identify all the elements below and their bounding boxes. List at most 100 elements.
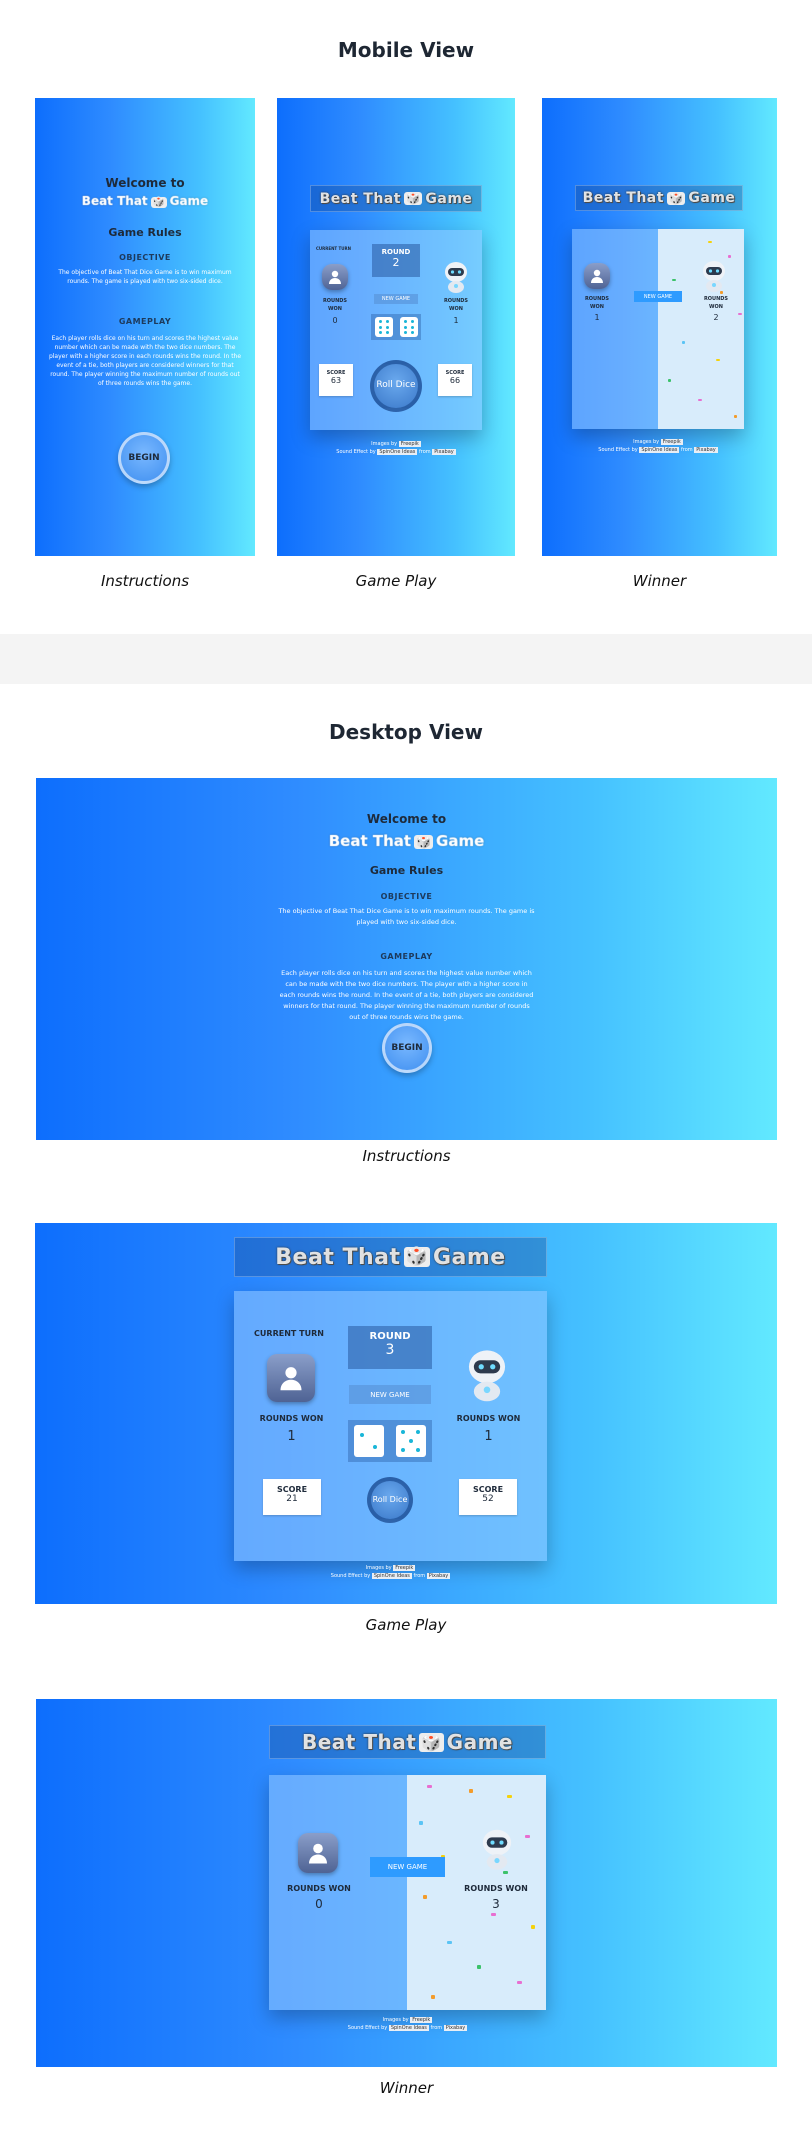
new-game-button[interactable]: NEW GAME: [634, 291, 682, 302]
desktop-gameplay-caption: Game Play: [365, 1616, 447, 1634]
round-label: ROUND: [381, 248, 411, 256]
bot-rounds-won-value: 1: [484, 1429, 493, 1444]
pixabay-link[interactable]: Pixabay: [426, 1572, 451, 1579]
bot-score-label: SCORE: [472, 1485, 504, 1494]
gameplay-text: Each player rolls dice on his turn and s…: [48, 335, 242, 387]
die-2: [399, 317, 418, 337]
new-game-button[interactable]: NEW GAME: [370, 1857, 445, 1877]
game-board: CURRENT TURN ROUND 3 ROUNDS WON 1 ROUNDS…: [234, 1291, 547, 1561]
pixabay-link[interactable]: Pixabay: [694, 446, 718, 453]
pixabay-link[interactable]: Pixabay: [443, 2024, 468, 2031]
player-rounds-won-label: ROUNDS WON: [287, 1884, 351, 1893]
die-1: [354, 1425, 384, 1457]
gameplay-title: GAMEPLAY: [118, 317, 172, 326]
dice-icon: 🎲: [419, 1732, 444, 1752]
sound-author-link[interactable]: SpinOne Ideas: [371, 1572, 412, 1579]
new-game-button[interactable]: NEW GAME: [349, 1385, 431, 1404]
player-score-box: SCORE 63: [319, 364, 353, 396]
mobile-gameplay-screen: Beat That 🎲 Game CURRENT TURN ROUND 2 ROUN…: [277, 98, 515, 556]
player-avatar-icon: [322, 264, 348, 290]
player-rounds-won-value: 0: [332, 316, 338, 325]
round-label: ROUND: [369, 1331, 411, 1342]
roll-dice-button[interactable]: Roll Dice: [367, 1477, 413, 1523]
player-rounds-won-value: 1: [594, 313, 600, 322]
winner-board: ROUNDS WON 1 ROUNDS WON 2 NEW GAME: [572, 229, 744, 429]
dice-icon: 🎲: [414, 835, 434, 849]
dice-icon: 🎲: [150, 197, 167, 208]
mobile-instructions-screen: Welcome to Beat That 🎲 Game Game Rules OBJ…: [35, 98, 255, 556]
game-title-banner: Beat That 🎲 Game: [575, 185, 743, 211]
dice-icon: 🎲: [403, 1247, 430, 1267]
bot-score-value: 52: [482, 1494, 494, 1504]
welcome-text: Welcome to: [366, 812, 447, 826]
bot-rounds-won-label: ROUNDS WON: [456, 1414, 521, 1423]
objective-text: The objective of Beat That Dice Game is …: [278, 907, 535, 927]
new-game-button[interactable]: NEW GAME: [374, 294, 418, 304]
bot-rounds-won-value: 1: [453, 316, 459, 325]
player-rounds-won-label: ROUNDS WON: [322, 298, 348, 312]
player-rounds-won-value: 1: [287, 1429, 296, 1444]
desktop-instructions-screen: Welcome to Beat That 🎲 Game Game Rules OBJ…: [36, 778, 777, 1140]
game-title: Beat That 🎲 Game: [81, 194, 209, 208]
sound-author-link[interactable]: SpinOne Ideas: [388, 2024, 429, 2031]
robot-icon: [442, 260, 470, 298]
welcome-text: Welcome to: [105, 176, 185, 190]
game-title-banner: Beat That 🎲 Game: [269, 1725, 546, 1759]
desktop-instructions-caption: Instructions: [362, 1147, 451, 1165]
gameplay-text: Each player rolls dice on his turn and s…: [279, 969, 534, 1022]
mobile-instructions-caption: Instructions: [100, 572, 190, 590]
sound-author-link[interactable]: SpinOne Ideas: [377, 448, 418, 455]
game-board: CURRENT TURN ROUND 2 ROUNDS WON 0 ROUNDS…: [310, 230, 482, 430]
dice-tray: [371, 314, 421, 340]
mobile-view-heading: Mobile View: [337, 38, 475, 62]
robot-icon: [700, 259, 728, 297]
credits: Images by Freepik Sound Effect by SpinOn…: [330, 1565, 451, 1579]
mobile-gameplay-caption: Game Play: [355, 572, 437, 590]
current-turn-label: CURRENT TURN: [254, 1329, 324, 1338]
freepik-link[interactable]: Freepik: [393, 1565, 416, 1571]
bot-rounds-won-label: ROUNDS WON: [464, 1884, 528, 1893]
bot-rounds-won-label: ROUNDS WON: [703, 296, 729, 310]
freepik-link[interactable]: Freepik: [660, 439, 683, 445]
game-title-banner: Beat That 🎲 Game: [310, 185, 482, 212]
pixabay-link[interactable]: Pixabay: [432, 448, 456, 455]
roll-dice-button[interactable]: Roll Dice: [370, 360, 422, 412]
bot-score-value: 66: [449, 376, 461, 385]
game-title: Beat That 🎲 Game: [328, 832, 485, 850]
freepik-link[interactable]: Freepik: [398, 441, 421, 447]
rules-title: Game Rules: [108, 226, 182, 239]
winner-board: ROUNDS WON 0 ROUNDS WON 3 NEW GAME: [269, 1775, 546, 2010]
freepik-link[interactable]: Freepik: [410, 2017, 433, 2023]
credits: Images by Freepik Sound Effect by SpinOn…: [598, 439, 718, 453]
desktop-gameplay-screen: Beat That 🎲 Game CURRENT TURN ROUND 3 ROUN…: [35, 1223, 777, 1604]
objective-title: OBJECTIVE: [380, 892, 433, 901]
player-rounds-won-label: ROUNDS WON: [259, 1414, 324, 1423]
sound-author-link[interactable]: SpinOne Ideas: [639, 446, 680, 453]
player-avatar-icon: [267, 1354, 315, 1402]
objective-text: The objective of Beat That Dice Game is …: [58, 269, 232, 285]
section-separator: [0, 634, 812, 684]
round-box: ROUND 3: [348, 1326, 432, 1369]
player-score-label: SCORE: [276, 1485, 308, 1494]
mobile-winner-caption: Winner: [632, 572, 687, 590]
robot-icon: [464, 1347, 510, 1407]
objective-title: OBJECTIVE: [119, 253, 171, 262]
bot-rounds-won-value: 2: [713, 313, 719, 322]
bot-rounds-won-label: ROUNDS WON: [443, 298, 469, 312]
begin-button[interactable]: BEGIN: [382, 1023, 432, 1073]
gameplay-title: GAMEPLAY: [380, 952, 433, 961]
player-avatar-icon: [298, 1833, 338, 1873]
player-rounds-won-value: 0: [315, 1897, 323, 1911]
robot-icon: [479, 1827, 515, 1875]
player-avatar-icon: [584, 263, 610, 289]
credits: Images by Freepik Sound Effect by SpinOn…: [336, 441, 456, 455]
bot-score-box: SCORE 52: [459, 1479, 517, 1515]
desktop-view-heading: Desktop View: [329, 720, 483, 744]
dice-icon: 🎲: [666, 191, 686, 205]
rules-title: Game Rules: [369, 864, 444, 877]
begin-button[interactable]: BEGIN: [118, 432, 170, 484]
player-score-value: 21: [286, 1494, 298, 1504]
player-rounds-won-label: ROUNDS WON: [584, 296, 610, 310]
dice-icon: 🎲: [403, 192, 423, 205]
round-box: ROUND 2: [372, 244, 420, 277]
